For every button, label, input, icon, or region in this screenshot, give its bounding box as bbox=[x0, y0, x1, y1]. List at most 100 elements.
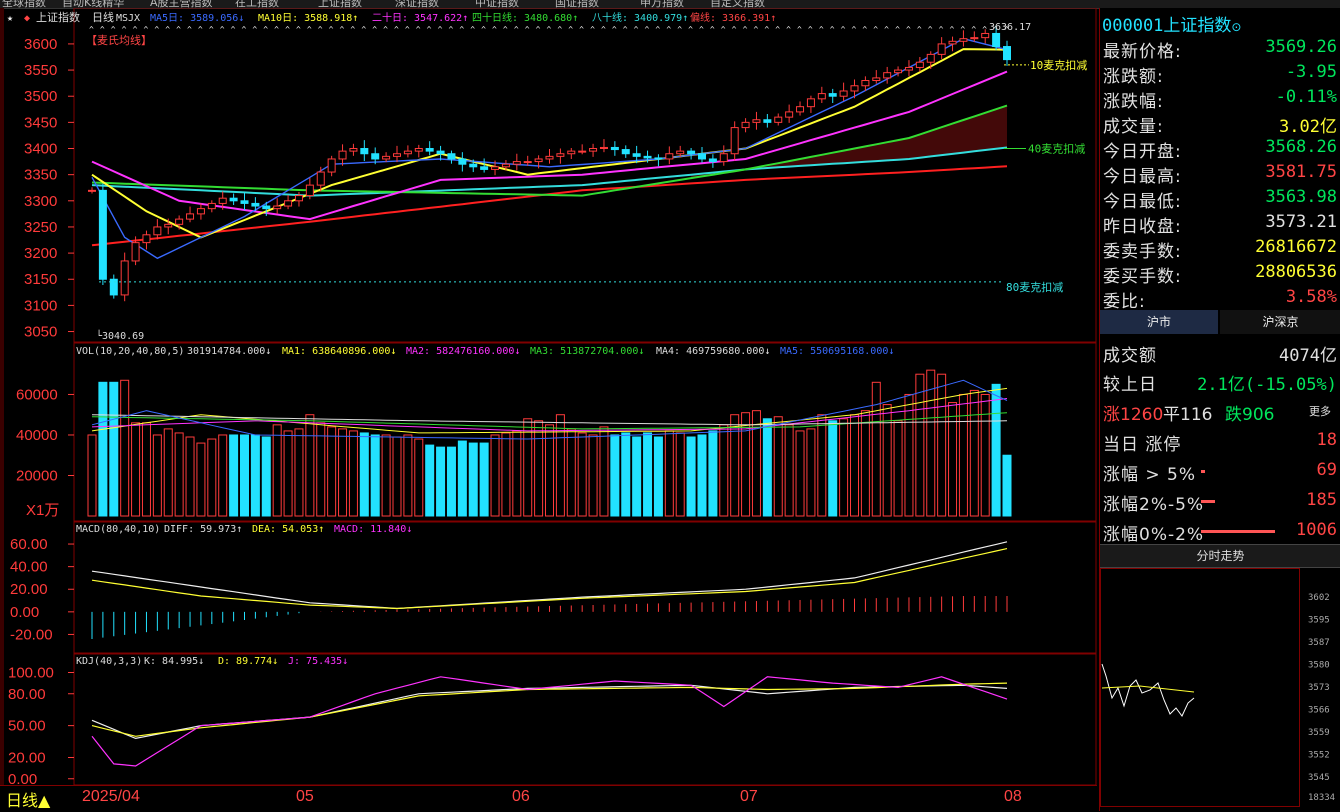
quote-row-value: 3568.26 bbox=[1265, 137, 1337, 157]
candle-body bbox=[316, 171, 325, 186]
candle-body bbox=[414, 148, 423, 152]
volume-bar bbox=[468, 442, 478, 517]
macd-tick-label: 40.00 bbox=[10, 559, 48, 576]
quote-row: 昨日收盘: 3573.21 bbox=[1100, 210, 1340, 237]
volume-bar bbox=[381, 434, 391, 517]
intraday-tick-label: 3573 bbox=[1308, 683, 1330, 693]
kdj-tick-label: 100.00 bbox=[8, 665, 54, 682]
top-marker: ^ bbox=[579, 25, 584, 34]
volume-bar bbox=[261, 436, 271, 517]
volume-bar bbox=[675, 432, 685, 517]
top-marker: ^ bbox=[590, 25, 595, 34]
candle-body bbox=[262, 205, 271, 210]
kline-chart-area[interactable]: ★ ◆ 上证指数 日线 MSJX MA5日: 3589.056↓ MA10日: … bbox=[4, 8, 1097, 811]
top-marker: ^ bbox=[873, 25, 878, 34]
tab-shanghai[interactable]: 沪市 bbox=[1100, 310, 1218, 334]
quote-row-label: 成交量: bbox=[1103, 117, 1164, 137]
top-marker: ^ bbox=[242, 25, 247, 34]
candle-body bbox=[610, 146, 619, 151]
price-tick-label: 3400 bbox=[24, 141, 57, 158]
index-name: 上证指数 bbox=[1163, 16, 1232, 36]
candle-body bbox=[480, 166, 489, 170]
top-marker: ^ bbox=[111, 25, 116, 34]
candlesticks bbox=[88, 25, 1011, 302]
rise25-value: 185 bbox=[1306, 490, 1337, 510]
top-marker: ^ bbox=[939, 25, 944, 34]
candle-body bbox=[730, 127, 739, 155]
top-marker: ^ bbox=[416, 25, 421, 34]
candle-body bbox=[327, 158, 336, 173]
candle-body bbox=[131, 242, 140, 262]
kdj-tick-label: 50.00 bbox=[8, 718, 46, 735]
top-marker: ^ bbox=[481, 25, 486, 34]
volume-bar bbox=[131, 422, 141, 517]
candle-body bbox=[915, 61, 924, 68]
turnover-value: 4074亿 bbox=[1279, 346, 1337, 366]
bias-line bbox=[91, 165, 1008, 247]
quote-row-value: 3.58% bbox=[1285, 287, 1337, 307]
candle-body bbox=[665, 153, 674, 160]
volume-bar bbox=[610, 434, 620, 517]
kdj-legend-j: J: 75.435↓ bbox=[288, 656, 348, 667]
macd-tick-label: -20.00 bbox=[10, 626, 53, 643]
limit-up-row: 当日 涨停 18 bbox=[1100, 428, 1340, 455]
price-tick-label: 3350 bbox=[24, 167, 57, 184]
top-marker: ^ bbox=[808, 25, 813, 34]
limit-up-label: 当日 涨停 bbox=[1103, 435, 1182, 455]
tab-all-markets[interactable]: 沪深京 bbox=[1220, 310, 1340, 334]
volume-bar bbox=[338, 428, 348, 517]
volume-bar bbox=[479, 442, 489, 517]
kline-chart-svg[interactable]: ★ ◆ 上证指数 日线 MSJX MA5日: 3589.056↓ MA10日: … bbox=[4, 8, 1097, 785]
candle-body bbox=[796, 106, 805, 113]
volume-bar bbox=[152, 434, 162, 517]
candle-body bbox=[959, 38, 968, 42]
candle-body bbox=[926, 53, 935, 63]
volume-bar bbox=[523, 418, 533, 517]
candle-body bbox=[305, 184, 314, 197]
candle-body bbox=[88, 189, 96, 192]
volume-bar bbox=[850, 414, 859, 517]
top-marker: ^ bbox=[470, 25, 475, 34]
time-axis-bar: 日线▲ 2025/04 05 06 07 08 bbox=[0, 785, 1097, 812]
volume-bar bbox=[762, 418, 772, 517]
top-marker: ^ bbox=[753, 25, 758, 34]
volume-bar bbox=[512, 430, 522, 517]
top-marker: ^ bbox=[187, 25, 192, 34]
legend-ma40: 四十日线: 3480.680↑ bbox=[472, 11, 578, 24]
volume-bar bbox=[958, 393, 968, 517]
top-marker: ^ bbox=[655, 25, 660, 34]
candle-body bbox=[937, 43, 946, 55]
volume-bar bbox=[621, 432, 631, 517]
volume-bar bbox=[534, 420, 544, 517]
more-link[interactable]: 更多 bbox=[1309, 403, 1331, 419]
candle-body bbox=[708, 158, 717, 163]
top-marker: ^ bbox=[547, 25, 552, 34]
intraday-title[interactable]: 分时走势 bbox=[1100, 544, 1340, 568]
price-tick-label: 3250 bbox=[24, 219, 57, 236]
intraday-chart[interactable]: 3602 3595 3587 3580 3573 3566 3559 3552 3545 1833… bbox=[1100, 568, 1340, 808]
candle-body bbox=[1003, 46, 1011, 61]
price-tick-label: 3500 bbox=[24, 88, 57, 105]
top-marker: ^ bbox=[895, 25, 900, 34]
vol-legend-head: VOL(10,20,40,80,5) bbox=[76, 346, 184, 357]
d-line bbox=[91, 682, 1008, 737]
period-button[interactable]: 日线▲ bbox=[6, 787, 51, 811]
info-icon[interactable]: ⊙ bbox=[1231, 20, 1241, 34]
quote-row: 委卖手数: 26816672 bbox=[1100, 235, 1340, 262]
flat-count: 平116 bbox=[1163, 405, 1213, 425]
candle-body bbox=[970, 37, 979, 40]
kdj-y-axis: 100.00 80.00 50.00 20.00 0.00 bbox=[8, 665, 74, 785]
volume-bar bbox=[632, 436, 642, 517]
top-marker: ^ bbox=[350, 25, 355, 34]
low-price-label: └3040.69 bbox=[96, 329, 144, 342]
quote-header: 000001上证指数⊙ bbox=[1102, 11, 1241, 36]
volume-bar bbox=[577, 432, 587, 517]
dea-line bbox=[91, 548, 1008, 610]
volume-unit: X1万 bbox=[26, 502, 59, 519]
legend-star: ★ bbox=[7, 13, 13, 24]
volume-bar bbox=[240, 434, 249, 517]
intraday-tick-label: 3545 bbox=[1308, 773, 1330, 783]
volume-bar bbox=[653, 436, 663, 517]
intraday-tick-label: 3552 bbox=[1308, 751, 1330, 761]
top-marker: ^ bbox=[307, 25, 312, 34]
